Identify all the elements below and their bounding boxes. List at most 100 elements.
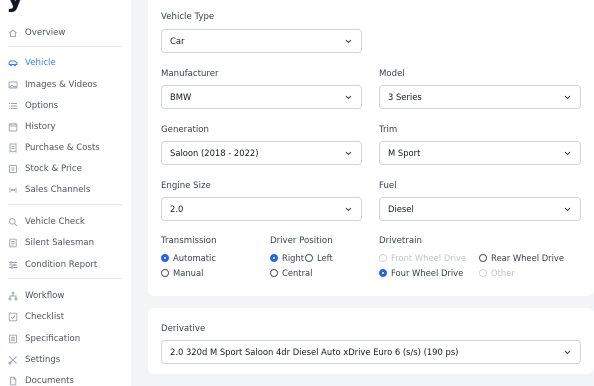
chevron-down-icon (564, 207, 571, 212)
sidebar-divider (8, 278, 122, 279)
sidebar-divider (8, 204, 122, 205)
radio-checked-icon (270, 254, 278, 262)
sidebar-item-label: Silent Salesman (25, 238, 95, 248)
chevron-down-icon (564, 151, 571, 156)
fuel-select[interactable]: Diesel (379, 197, 581, 221)
driver-position-right-radio[interactable]: Right (270, 253, 304, 263)
radio-label: Front Wheel Drive (391, 253, 467, 263)
model-value: 3 Series (388, 92, 422, 102)
radio-unchecked-icon (270, 269, 278, 277)
manufacturer-value: BMW (170, 92, 192, 102)
manufacturer-select[interactable]: BMW (161, 85, 362, 109)
sidebar-item-documents[interactable]: Documents (0, 372, 131, 386)
sidebar-item-label: Vehicle Check (25, 217, 85, 227)
sidebar-item-label: Purchase & Costs (25, 143, 100, 153)
sidebar-item-overview[interactable]: Overview (0, 24, 131, 42)
list-icon (8, 101, 18, 111)
sidebar-item-stock-price[interactable]: Stock & Price (0, 160, 131, 178)
vehicle-type-value: Car (170, 36, 185, 46)
derivative-value: 2.0 320d M Sport Saloon 4dr Diesel Auto … (170, 347, 459, 357)
brand-logo-fragment: y (6, 0, 24, 13)
drivetrain-label: Drivetrain (379, 236, 422, 246)
sidebar-item-label: Stock & Price (25, 164, 82, 174)
sidebar-item-purchase-costs[interactable]: Purchase & Costs (0, 139, 131, 157)
drivetrain-rear-wheel-radio[interactable]: Rear Wheel Drive (479, 253, 564, 263)
driver-position-central-radio[interactable]: Central (270, 268, 313, 278)
chevron-down-icon (345, 207, 352, 212)
engine-size-label: Engine Size (161, 181, 211, 191)
spec-icon (8, 334, 18, 344)
main-content: Vehicle Type Car Manufacturer BMW Model … (131, 0, 594, 386)
manufacturer-label: Manufacturer (161, 69, 219, 79)
chevron-down-icon (345, 39, 352, 44)
sidebar-item-label: Workflow (25, 291, 65, 301)
sidebar-item-checklist[interactable]: Checklist (0, 308, 131, 326)
sidebar-item-silent-salesman[interactable]: Silent Salesman (0, 234, 131, 252)
radio-checked-icon (161, 254, 169, 262)
radio-unchecked-icon (161, 269, 169, 277)
search-icon (8, 217, 18, 227)
radio-label: Four Wheel Drive (391, 268, 464, 278)
sidebar-item-label: Options (25, 101, 59, 111)
sidebar: y Overview Vehicle Images & Videos Optio… (0, 0, 131, 386)
sidebar-item-vehicle[interactable]: Vehicle (0, 54, 131, 72)
transmission-automatic-radio[interactable]: Automatic (161, 253, 216, 263)
tag-icon (8, 164, 18, 174)
sidebar-item-specification[interactable]: Specification (0, 330, 131, 348)
settings-icon (8, 355, 18, 365)
calendar-icon (8, 122, 18, 132)
trim-label: Trim (379, 125, 398, 135)
home-icon (8, 28, 18, 38)
sidebar-item-label: Overview (25, 28, 66, 38)
engine-size-select[interactable]: 2.0 (161, 197, 362, 221)
radio-disabled-icon (379, 254, 387, 262)
sidebar-item-workflow[interactable]: Workflow (0, 287, 131, 305)
sidebar-item-condition-report[interactable]: Condition Report (0, 256, 131, 274)
sidebar-item-label: Specification (25, 334, 81, 344)
radio-label: Manual (173, 268, 204, 278)
sidebar-item-label: History (25, 122, 56, 132)
sidebar-item-images-videos[interactable]: Images & Videos (0, 76, 131, 94)
sidebar-item-settings[interactable]: Settings (0, 351, 131, 369)
trim-value: M Sport (388, 148, 421, 158)
generation-select[interactable]: Saloon (2018 - 2022) (161, 141, 362, 165)
engine-size-value: 2.0 (170, 204, 184, 214)
checklist-icon (8, 312, 18, 322)
chevron-down-icon (345, 95, 352, 100)
fuel-label: Fuel (379, 181, 397, 191)
radio-label: Left (317, 253, 333, 263)
trim-select[interactable]: M Sport (379, 141, 581, 165)
transmission-label: Transmission (161, 236, 217, 246)
radio-label: Rear Wheel Drive (491, 253, 565, 263)
radio-label: Central (282, 268, 313, 278)
model-label: Model (379, 69, 405, 79)
sidebar-item-label: Settings (25, 355, 61, 365)
sliders-icon (8, 260, 18, 270)
chevron-down-icon (564, 350, 571, 355)
generation-value: Saloon (2018 - 2022) (170, 148, 259, 158)
sidebar-item-vehicle-check[interactable]: Vehicle Check (0, 213, 131, 231)
document-icon (8, 238, 18, 248)
radio-label: Right (282, 253, 305, 263)
sidebar-item-label: Sales Channels (25, 185, 91, 195)
driver-position-label: Driver Position (270, 236, 333, 246)
vehicle-type-select[interactable]: Car (161, 29, 362, 53)
derivative-select[interactable]: 2.0 320d M Sport Saloon 4dr Diesel Auto … (161, 340, 581, 364)
transmission-manual-radio[interactable]: Manual (161, 268, 203, 278)
sidebar-item-sales-channels[interactable]: Sales Channels (0, 181, 131, 199)
chevron-down-icon (345, 151, 352, 156)
model-select[interactable]: 3 Series (379, 85, 581, 109)
sidebar-item-history[interactable]: History (0, 118, 131, 136)
sidebar-divider (8, 46, 122, 47)
radio-unchecked-icon (305, 254, 313, 262)
drivetrain-front-wheel-radio: Front Wheel Drive (379, 253, 466, 263)
app-window: y Overview Vehicle Images & Videos Optio… (0, 0, 594, 386)
drivetrain-four-wheel-radio[interactable]: Four Wheel Drive (379, 268, 463, 278)
sidebar-item-options[interactable]: Options (0, 97, 131, 115)
generation-label: Generation (161, 125, 209, 135)
derivative-card: Derivative 2.0 320d M Sport Saloon 4dr D… (148, 308, 594, 374)
driver-position-left-radio[interactable]: Left (305, 253, 333, 263)
vehicle-details-card: Vehicle Type Car Manufacturer BMW Model … (148, 0, 594, 296)
radio-unchecked-icon (479, 254, 487, 262)
sidebar-item-label: Documents (25, 376, 74, 386)
